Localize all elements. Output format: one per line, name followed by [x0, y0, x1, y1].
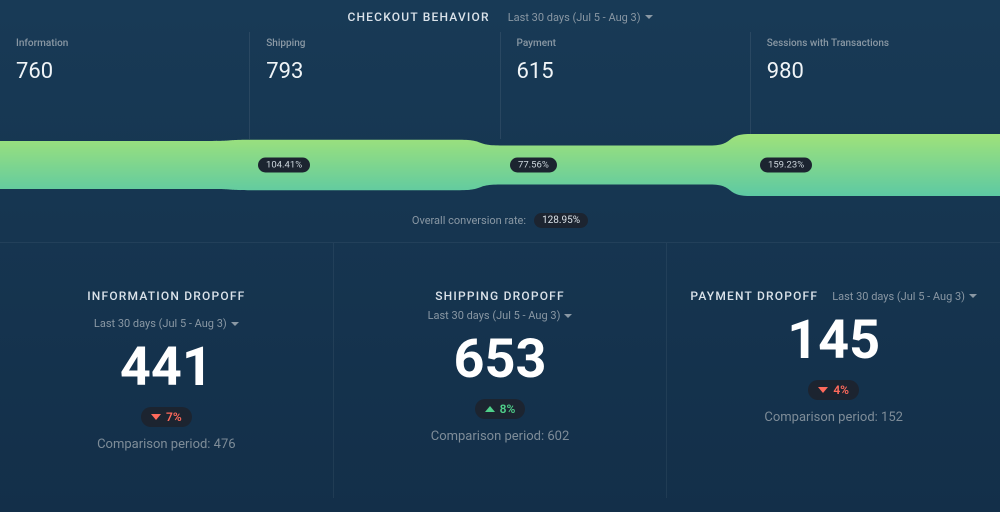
- overall-value-badge: 128.95%: [534, 213, 588, 228]
- dropoff-value: 441: [20, 338, 313, 397]
- overall-row: Overall conversion rate: 128.95%: [0, 201, 1000, 242]
- checkout-behavior-panel: CHECKOUT BEHAVIOR Last 30 days (Jul 5 - …: [0, 0, 1000, 243]
- stage-label: Payment: [517, 38, 734, 49]
- card-information-dropoff: INFORMATION DROPOFF Last 30 days (Jul 5 …: [0, 243, 333, 498]
- period-selector[interactable]: Last 30 days (Jul 5 - Aug 3): [832, 290, 977, 303]
- stage-value: 793: [266, 59, 483, 84]
- transition-badge: 104.41%: [258, 158, 310, 173]
- panel-header: CHECKOUT BEHAVIOR Last 30 days (Jul 5 - …: [0, 10, 1000, 32]
- funnel-chart: 104.41% 77.56% 159.23%: [0, 129, 1000, 201]
- card-shipping-dropoff: SHIPPING DROPOFF Last 30 days (Jul 5 - A…: [333, 243, 667, 498]
- period-label: Last 30 days (Jul 5 - Aug 3): [428, 309, 561, 322]
- stage-label: Information: [16, 38, 233, 49]
- chevron-down-icon: [645, 15, 653, 19]
- card-header: PAYMENT DROPOFF Last 30 days (Jul 5 - Au…: [687, 289, 980, 303]
- transition-badge: 159.23%: [760, 158, 812, 173]
- transition-badge: 77.56%: [510, 158, 557, 173]
- comparison-text: Comparison period: 602: [354, 429, 647, 444]
- panel-title: CHECKOUT BEHAVIOR: [347, 10, 489, 24]
- period-selector[interactable]: Last 30 days (Jul 5 - Aug 3): [428, 309, 573, 322]
- overall-label: Overall conversion rate:: [412, 214, 526, 227]
- delta-pct: 8%: [500, 402, 516, 416]
- period-label: Last 30 days (Jul 5 - Aug 3): [832, 290, 965, 303]
- card-title: INFORMATION DROPOFF: [87, 289, 245, 303]
- stage-value: 615: [517, 59, 734, 84]
- delta-badge: 7%: [141, 407, 192, 427]
- stage-information: Information 760: [0, 32, 249, 139]
- card-title: PAYMENT DROPOFF: [690, 289, 818, 303]
- delta-badge: 4%: [808, 380, 859, 400]
- stage-row: Information 760 Shipping 793 Payment 615…: [0, 32, 1000, 139]
- stage-shipping: Shipping 793: [249, 32, 499, 139]
- triangle-down-icon: [818, 387, 828, 393]
- delta-badge: 8%: [475, 399, 526, 419]
- triangle-up-icon: [485, 406, 495, 412]
- stage-sessions: Sessions with Transactions 980: [750, 32, 1000, 139]
- dropoff-row: INFORMATION DROPOFF Last 30 days (Jul 5 …: [0, 243, 1000, 498]
- stage-value: 760: [16, 59, 233, 84]
- stage-label: Shipping: [266, 38, 483, 49]
- period-label: Last 30 days (Jul 5 - Aug 3): [94, 317, 227, 330]
- comparison-text: Comparison period: 152: [687, 410, 980, 425]
- funnel-svg: [0, 129, 1000, 201]
- triangle-down-icon: [151, 414, 161, 420]
- dropoff-value: 145: [687, 311, 980, 370]
- stage-value: 980: [767, 59, 984, 84]
- period-label: Last 30 days (Jul 5 - Aug 3): [508, 11, 641, 24]
- period-selector[interactable]: Last 30 days (Jul 5 - Aug 3): [94, 317, 239, 330]
- delta-pct: 7%: [166, 410, 182, 424]
- period-selector[interactable]: Last 30 days (Jul 5 - Aug 3): [508, 11, 653, 24]
- stage-label: Sessions with Transactions: [767, 38, 984, 49]
- delta-pct: 4%: [833, 383, 849, 397]
- card-header: SHIPPING DROPOFF Last 30 days (Jul 5 - A…: [354, 289, 647, 322]
- card-payment-dropoff: PAYMENT DROPOFF Last 30 days (Jul 5 - Au…: [666, 243, 1000, 498]
- card-title: SHIPPING DROPOFF: [435, 289, 565, 303]
- stage-payment: Payment 615: [500, 32, 750, 139]
- chevron-down-icon: [969, 294, 977, 298]
- dropoff-value: 653: [354, 330, 647, 389]
- chevron-down-icon: [231, 322, 239, 326]
- chevron-down-icon: [564, 314, 572, 318]
- card-header: INFORMATION DROPOFF Last 30 days (Jul 5 …: [20, 289, 313, 330]
- comparison-text: Comparison period: 476: [20, 437, 313, 452]
